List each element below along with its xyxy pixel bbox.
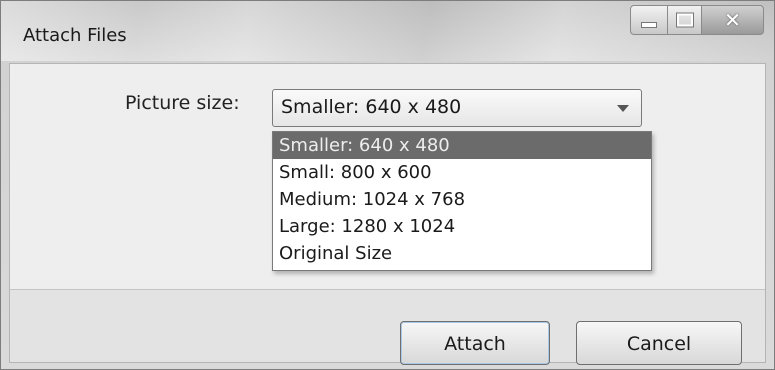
dropdown-option-smaller[interactable]: Smaller: 640 x 480	[273, 132, 651, 159]
picture-size-selected-value: Smaller: 640 x 480	[281, 96, 462, 118]
minimize-icon	[641, 22, 657, 28]
title-bar[interactable]: Attach Files ✕	[1, 1, 774, 61]
dropdown-option-small[interactable]: Small: 800 x 600	[273, 159, 651, 186]
picture-size-combobox[interactable]: Smaller: 640 x 480	[272, 89, 642, 127]
window-title: Attach Files	[23, 25, 127, 46]
attach-button[interactable]: Attach	[400, 321, 550, 365]
cancel-button[interactable]: Cancel	[576, 321, 742, 365]
dropdown-option-medium[interactable]: Medium: 1024 x 768	[273, 186, 651, 213]
maximize-icon	[676, 13, 693, 27]
close-icon: ✕	[724, 8, 741, 32]
attach-files-dialog: Attach Files ✕ Picture size: Smaller: 64…	[0, 0, 775, 370]
minimize-button[interactable]	[630, 5, 668, 35]
caption-buttons: ✕	[630, 5, 764, 35]
dropdown-option-original-size[interactable]: Original Size	[273, 240, 651, 267]
picture-size-label: Picture size:	[125, 92, 240, 114]
chevron-down-icon	[617, 105, 629, 112]
maximize-button[interactable]	[668, 5, 702, 35]
close-button[interactable]: ✕	[702, 5, 764, 35]
picture-size-dropdown-list: Smaller: 640 x 480 Small: 800 x 600 Medi…	[272, 131, 652, 271]
dialog-client-area: Picture size: Smaller: 640 x 480 Smaller…	[9, 63, 766, 365]
dropdown-option-large[interactable]: Large: 1280 x 1024	[273, 213, 651, 240]
